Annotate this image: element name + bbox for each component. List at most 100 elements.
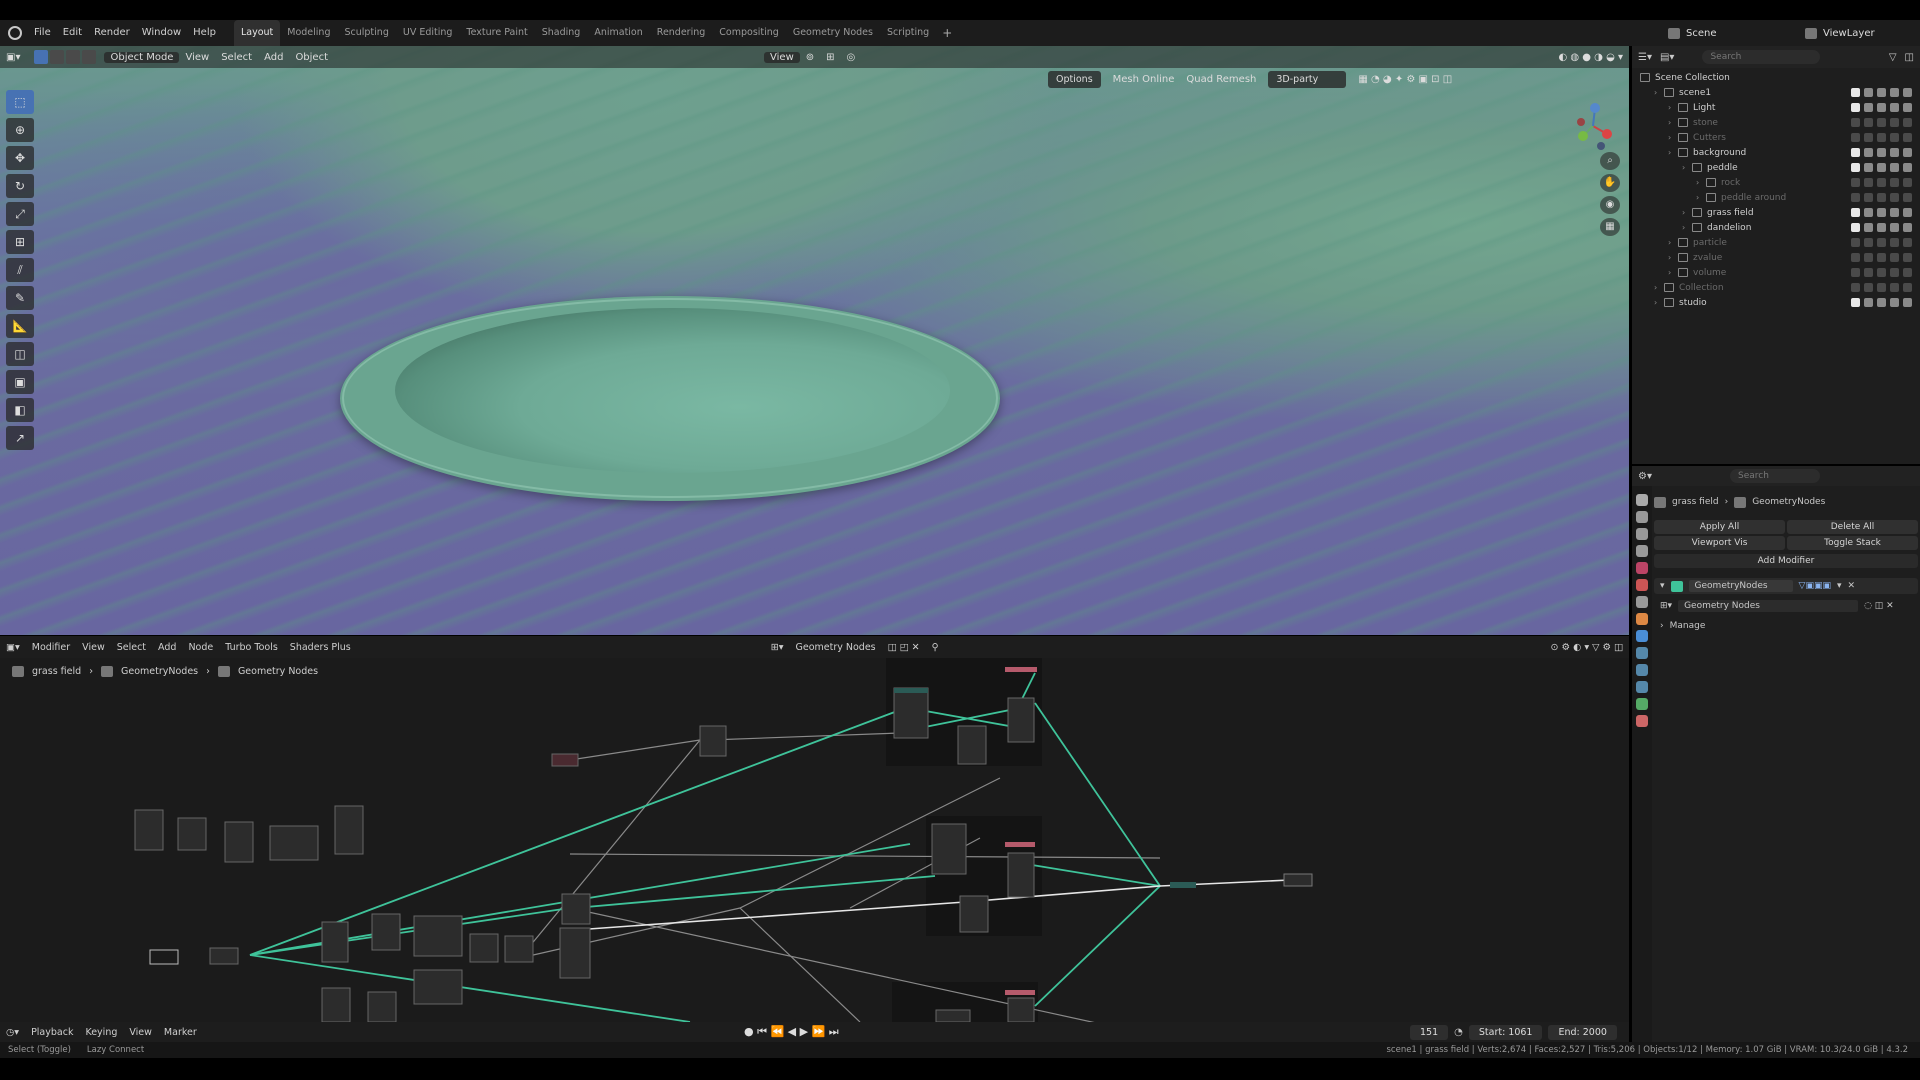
geometry-node[interactable] [699,725,727,757]
exclude-checkbox-icon[interactable] [1851,148,1860,157]
add-mesh-icon[interactable]: ▣ [6,370,34,394]
geometry-node[interactable] [469,933,499,963]
visibility-toggles[interactable] [1851,175,1912,190]
geometry-node[interactable] [177,817,207,851]
join-geometry-node[interactable] [1170,882,1196,888]
eye-icon[interactable] [1877,298,1886,307]
group-output-node[interactable] [1283,873,1313,887]
outliner-item[interactable]: › scene1 [1632,85,1920,100]
select-arrow-icon[interactable] [1864,193,1873,202]
tab-sculpting[interactable]: Sculpting [337,20,395,46]
node-menu-shaders-plus[interactable]: Shaders Plus [284,642,357,653]
exclude-checkbox-icon[interactable] [1851,178,1860,187]
tab-rendering[interactable]: Rendering [650,20,713,46]
outliner-type-icon[interactable]: ☰▾ [1638,52,1652,63]
eye-icon[interactable] [1877,118,1886,127]
geometry-node[interactable] [334,805,364,855]
exclude-checkbox-icon[interactable] [1851,133,1860,142]
node-group-icon[interactable]: ⊞▾ [1660,601,1672,611]
measure-icon[interactable]: 📐 [6,314,34,338]
select-arrow-icon[interactable] [1864,88,1873,97]
visibility-toggles[interactable] [1851,85,1912,100]
collapse-chevron-icon[interactable]: ▾ [1660,581,1665,591]
curve-tool-icon[interactable]: ↗ [6,426,34,450]
viewport-shading-icons[interactable]: ◐ ◍ ● ◑ ◒ ▾ [1552,52,1629,63]
current-frame-field[interactable]: 151 [1410,1024,1449,1040]
snap-icon[interactable]: ⊞ [820,52,840,63]
group-output-node[interactable] [1005,667,1037,672]
eye-icon[interactable] [1877,148,1886,157]
node-group-field[interactable]: Geometry Nodes [1678,600,1859,612]
new-collection-icon[interactable]: ◫ [1905,52,1914,63]
object-mode-dropdown[interactable]: Object Mode [104,51,180,63]
camera-icon[interactable] [1903,253,1912,262]
outliner-item[interactable]: › peddle [1632,160,1920,175]
monitor-icon[interactable] [1890,253,1899,262]
expand-arrow-icon[interactable]: › [1668,103,1678,112]
tab-shading[interactable]: Shading [535,20,588,46]
eye-icon[interactable] [1877,163,1886,172]
transform-orientation-dropdown[interactable]: View [764,51,800,63]
expand-arrow-icon[interactable]: › [1668,268,1678,277]
expand-arrow-icon[interactable]: › [1682,208,1692,217]
camera-icon[interactable] [1903,88,1912,97]
tab-animation[interactable]: Animation [587,20,649,46]
menu-edit[interactable]: Edit [57,20,88,46]
view-layer-selector[interactable]: ViewLayer [1805,23,1917,43]
camera-icon[interactable] [1903,283,1912,292]
viewport-menu-object[interactable]: Object [289,52,334,63]
add-workspace-icon[interactable]: + [936,26,958,40]
menu-render[interactable]: Render [88,20,136,46]
quad-remesh-button[interactable]: Quad Remesh [1186,74,1256,85]
expand-arrow-icon[interactable]: › [1696,178,1706,187]
node-menu-view[interactable]: View [76,642,111,653]
outliner-scene-collection[interactable]: Scene Collection [1632,70,1920,85]
exclude-checkbox-icon[interactable] [1851,298,1860,307]
tab-scripting[interactable]: Scripting [880,20,936,46]
visibility-toggles[interactable] [1851,235,1912,250]
expand-arrow-icon[interactable]: › [1668,148,1678,157]
delete-all-button[interactable]: Delete All [1787,520,1918,534]
geometry-node[interactable] [893,687,929,739]
monitor-icon[interactable] [1890,208,1899,217]
geometry-node[interactable] [371,913,401,951]
camera-view-icon[interactable]: ◉ [1600,196,1620,214]
geometry-node[interactable] [559,927,591,979]
object-tab-icon[interactable] [1636,613,1648,625]
add-cube-icon[interactable]: ◫ [6,342,34,366]
node-menu-select[interactable]: Select [111,642,152,653]
visibility-toggles[interactable] [1851,205,1912,220]
scene-selector[interactable]: Scene [1668,23,1798,43]
end-frame-field[interactable]: End: 2000 [1548,1024,1617,1040]
exclude-checkbox-icon[interactable] [1851,163,1860,172]
viewport-menu-add[interactable]: Add [258,52,289,63]
view-layer-tab-icon[interactable] [1636,545,1648,557]
geometry-node[interactable] [931,823,967,875]
world-tab-icon[interactable] [1636,579,1648,591]
node-group-actions-icon[interactable]: ◌ ◫ ✕ [1864,601,1894,611]
properties-type-icon[interactable]: ⚙▾ [1638,471,1652,482]
viewport-vis-button[interactable]: Viewport Vis [1654,536,1785,550]
node-editor-type-icon[interactable]: ▣▾ [0,642,26,653]
geometry-node[interactable] [269,825,319,861]
select-mode-new-icon[interactable] [34,50,49,64]
breadcrumb-node-group[interactable]: Geometry Nodes [238,666,318,677]
modifier-dropdown-icon[interactable]: ▾ [1837,581,1842,591]
visibility-toggles[interactable] [1851,295,1912,310]
node-tree-name[interactable]: Geometry Nodes [790,642,882,653]
monitor-icon[interactable] [1890,103,1899,112]
visibility-toggles[interactable] [1851,190,1912,205]
apply-all-button[interactable]: Apply All [1654,520,1785,534]
mesh-online-button[interactable]: Mesh Online [1113,74,1175,85]
properties-search-input[interactable]: Search [1729,469,1820,483]
overlay-icons[interactable]: ▦ ◔ ◕ ✦ ⚙ ▣ ⊡ ◫ [1358,74,1452,85]
pivot-icon[interactable]: ⊚ [800,52,820,63]
expand-arrow-icon[interactable]: › [1682,223,1692,232]
modifier-name-field[interactable]: GeometryNodes [1688,580,1793,592]
draw-icon[interactable]: ✎ [6,286,34,310]
navigation-gizmo[interactable] [1565,86,1620,156]
node-editor-right-icons[interactable]: ⊙ ⚙ ◐ ▾ ▽ ⚙ ◫ [1545,642,1629,653]
camera-icon[interactable] [1903,238,1912,247]
monitor-icon[interactable] [1890,193,1899,202]
display-mode-icon[interactable]: ▤▾ [1660,52,1674,63]
